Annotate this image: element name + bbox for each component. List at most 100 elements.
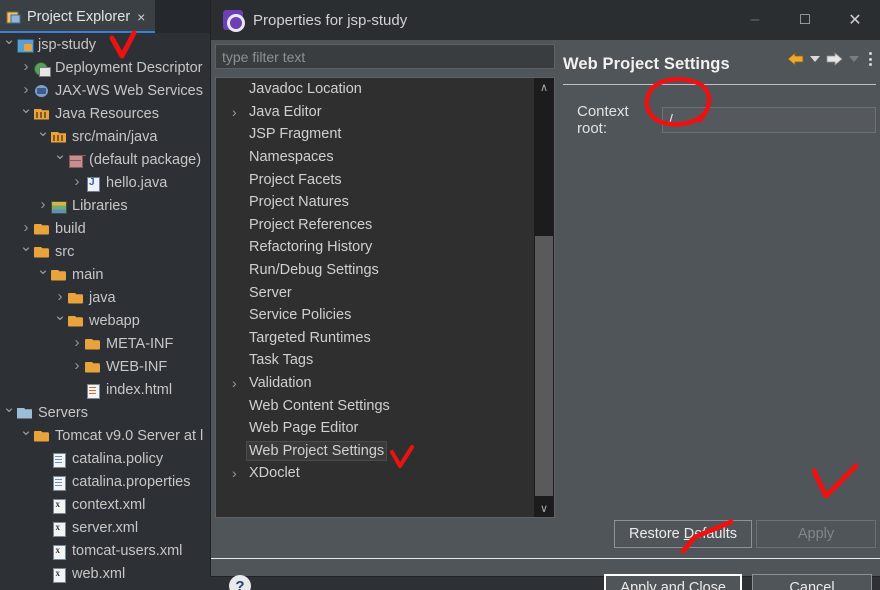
- cancel-button[interactable]: Cancel: [752, 574, 872, 590]
- settings-tree-item[interactable]: Javadoc Location: [216, 78, 534, 101]
- chevron-down-icon[interactable]: [2, 400, 16, 425]
- settings-tree-item[interactable]: Targeted Runtimes: [216, 327, 534, 350]
- chevron-right-icon[interactable]: [232, 104, 247, 120]
- settings-tree-item[interactable]: Namespaces: [216, 146, 534, 169]
- dialog-body: Javadoc LocationJava EditorJSP Fragment N…: [211, 40, 880, 576]
- context-root-input[interactable]: [662, 107, 876, 133]
- settings-tree-item[interactable]: Service Policies: [216, 304, 534, 327]
- chevron-down-icon[interactable]: [19, 101, 33, 126]
- filter-input[interactable]: [215, 44, 555, 69]
- settings-tree-item[interactable]: Run/Debug Settings: [216, 259, 534, 282]
- settings-tree[interactable]: Javadoc LocationJava EditorJSP Fragment N…: [215, 77, 555, 518]
- tree-item[interactable]: tomcat-users.xml: [0, 539, 215, 562]
- page-header: Web Project Settings: [563, 44, 876, 84]
- settings-tree-item-label: Task Tags: [247, 351, 315, 369]
- restore-defaults-button[interactable]: Restore Defaults: [614, 520, 752, 548]
- tree-item-label: catalina.properties: [72, 474, 191, 490]
- project-explorer-tree[interactable]: jsp-studyDeployment Descriptor JAX-WS Web…: [0, 33, 215, 590]
- page-title: Web Project Settings: [563, 55, 730, 74]
- back-button[interactable]: [787, 52, 804, 66]
- settings-tree-item[interactable]: XDoclet: [216, 462, 534, 485]
- settings-tree-item[interactable]: Project Natures: [216, 191, 534, 214]
- forward-button[interactable]: [826, 52, 843, 66]
- chevron-right-icon[interactable]: [70, 170, 84, 195]
- scroll-up-icon[interactable]: ∧: [534, 78, 554, 96]
- settings-tree-item[interactable]: Project Facets: [216, 168, 534, 191]
- tree-item-label: index.html: [106, 382, 172, 398]
- settings-tree-item-label: Refactoring History: [247, 238, 374, 256]
- apply-button[interactable]: Apply: [756, 520, 876, 548]
- tree-item[interactable]: META-INF: [0, 332, 215, 355]
- chevron-down-icon[interactable]: [53, 147, 67, 172]
- page-buttons: Restore Defaults Apply: [614, 520, 876, 548]
- tree-item[interactable]: main: [0, 263, 215, 286]
- close-icon[interactable]: ×: [137, 9, 145, 25]
- scrollbar-thumb[interactable]: [535, 236, 553, 496]
- settings-tree-item-label: JSP Fragment: [247, 125, 343, 143]
- maximize-icon[interactable]: □: [780, 0, 830, 40]
- chevron-down-icon[interactable]: [36, 124, 50, 149]
- tree-item[interactable]: context.xml: [0, 493, 215, 516]
- chevron-down-icon[interactable]: [53, 308, 67, 333]
- tree-item[interactable]: java: [0, 286, 215, 309]
- minimize-icon[interactable]: –: [730, 0, 780, 40]
- chevron-right-icon[interactable]: [70, 331, 84, 356]
- scroll-down-icon[interactable]: ∨: [534, 499, 554, 517]
- settings-tree-item[interactable]: Web Content Settings: [216, 394, 534, 417]
- settings-tree-item-label: Web Page Editor: [247, 419, 360, 437]
- tree-item[interactable]: JAX-WS Web Services: [0, 79, 215, 102]
- tree-item[interactable]: catalina.properties: [0, 470, 215, 493]
- tree-item[interactable]: server.xml: [0, 516, 215, 539]
- chevron-right-icon[interactable]: [232, 465, 247, 481]
- xmlfile-icon: [50, 520, 68, 536]
- settings-tree-item[interactable]: Validation: [216, 372, 534, 395]
- window-buttons: – □ ✕: [730, 0, 880, 40]
- tree-item[interactable]: web.xml: [0, 562, 215, 585]
- apply-and-close-button[interactable]: Apply and Close: [604, 574, 742, 590]
- folder-icon: [67, 290, 85, 306]
- settings-tree-item[interactable]: JSP Fragment: [216, 123, 534, 146]
- settings-right-pane: Web Project Settings: [563, 44, 876, 518]
- settings-tree-item[interactable]: Web Project Settings: [216, 440, 534, 463]
- page-divider: [563, 84, 876, 85]
- tree-item[interactable]: Libraries: [0, 194, 215, 217]
- tree-item[interactable]: (default package): [0, 148, 215, 171]
- chevron-down-icon[interactable]: [19, 423, 33, 448]
- chevron-right-icon[interactable]: [232, 375, 247, 391]
- tab-project-explorer[interactable]: Project Explorer ×: [0, 0, 155, 33]
- settings-tree-item[interactable]: Task Tags: [216, 349, 534, 372]
- help-icon[interactable]: ?: [229, 575, 251, 590]
- settings-tree-item[interactable]: Java Editor: [216, 101, 534, 124]
- chevron-right-icon[interactable]: [19, 55, 33, 80]
- kebab-menu-icon[interactable]: [865, 52, 872, 66]
- settings-tree-item-label: Project Natures: [247, 193, 351, 211]
- chevron-right-icon[interactable]: [70, 354, 84, 379]
- tree-item[interactable]: src/main/java: [0, 125, 215, 148]
- tree-item[interactable]: Servers: [0, 401, 215, 424]
- settings-tree-scrollbar[interactable]: ∧ ∨: [534, 78, 554, 517]
- tree-item[interactable]: jsp-study: [0, 33, 215, 56]
- back-menu-chevron-down-icon[interactable]: [810, 56, 820, 62]
- chevron-right-icon[interactable]: [36, 193, 50, 218]
- settings-tree-item[interactable]: Refactoring History: [216, 236, 534, 259]
- tree-item[interactable]: WEB-INF: [0, 355, 215, 378]
- tree-item-label: JAX-WS Web Services: [55, 83, 203, 99]
- tree-item[interactable]: webapp: [0, 309, 215, 332]
- tree-item[interactable]: catalina.policy: [0, 447, 215, 470]
- tree-item[interactable]: Deployment Descriptor: [0, 56, 215, 79]
- settings-tree-item[interactable]: Server: [216, 281, 534, 304]
- tree-item[interactable]: src: [0, 240, 215, 263]
- tree-item[interactable]: hello.java: [0, 171, 215, 194]
- chevron-down-icon[interactable]: [36, 262, 50, 287]
- settings-tree-item[interactable]: Web Page Editor: [216, 417, 534, 440]
- chevron-down-icon[interactable]: [19, 239, 33, 264]
- tree-item[interactable]: Java Resources: [0, 102, 215, 125]
- close-icon[interactable]: ✕: [830, 0, 880, 40]
- settings-tree-item[interactable]: Project References: [216, 214, 534, 237]
- chevron-down-icon[interactable]: [2, 33, 16, 57]
- xmlfile-icon: [50, 543, 68, 559]
- globe-icon: [33, 60, 51, 76]
- tree-item[interactable]: index.html: [0, 378, 215, 401]
- tree-item[interactable]: build: [0, 217, 215, 240]
- tree-item[interactable]: Tomcat v9.0 Server at l: [0, 424, 215, 447]
